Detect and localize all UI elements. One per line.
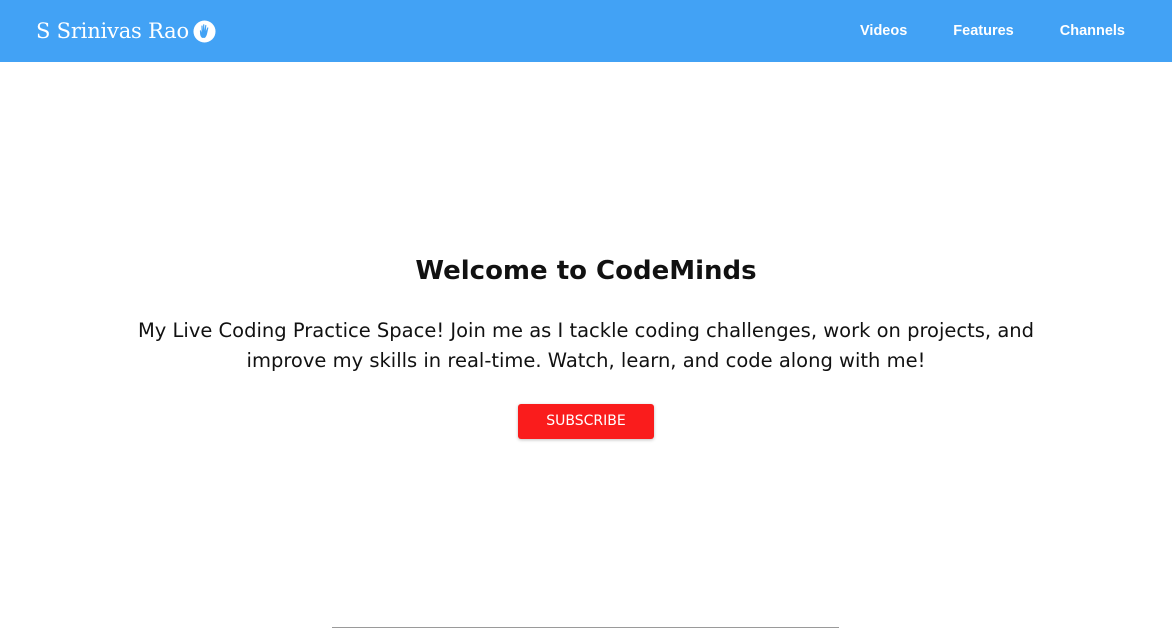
nav-link-channels[interactable]: Channels — [1060, 20, 1125, 42]
top-navbar: S Srinivas Rao Videos Features Channels — [0, 0, 1172, 62]
nav-link-videos[interactable]: Videos — [860, 20, 907, 42]
subscribe-button[interactable]: SUBSCRIBE — [518, 404, 654, 439]
nav-link-features[interactable]: Features — [953, 20, 1013, 42]
brand-logo-link[interactable]: S Srinivas Rao — [36, 16, 216, 46]
nav-menu: Videos Features Channels — [860, 20, 1125, 42]
hero-title: Welcome to CodeMinds — [415, 256, 757, 286]
hero-description: My Live Coding Practice Space! Join me a… — [137, 319, 1035, 372]
hero-section: Welcome to CodeMinds My Live Coding Prac… — [0, 62, 1172, 628]
brand-name: S Srinivas Rao — [36, 19, 189, 43]
hand-icon — [193, 19, 216, 43]
